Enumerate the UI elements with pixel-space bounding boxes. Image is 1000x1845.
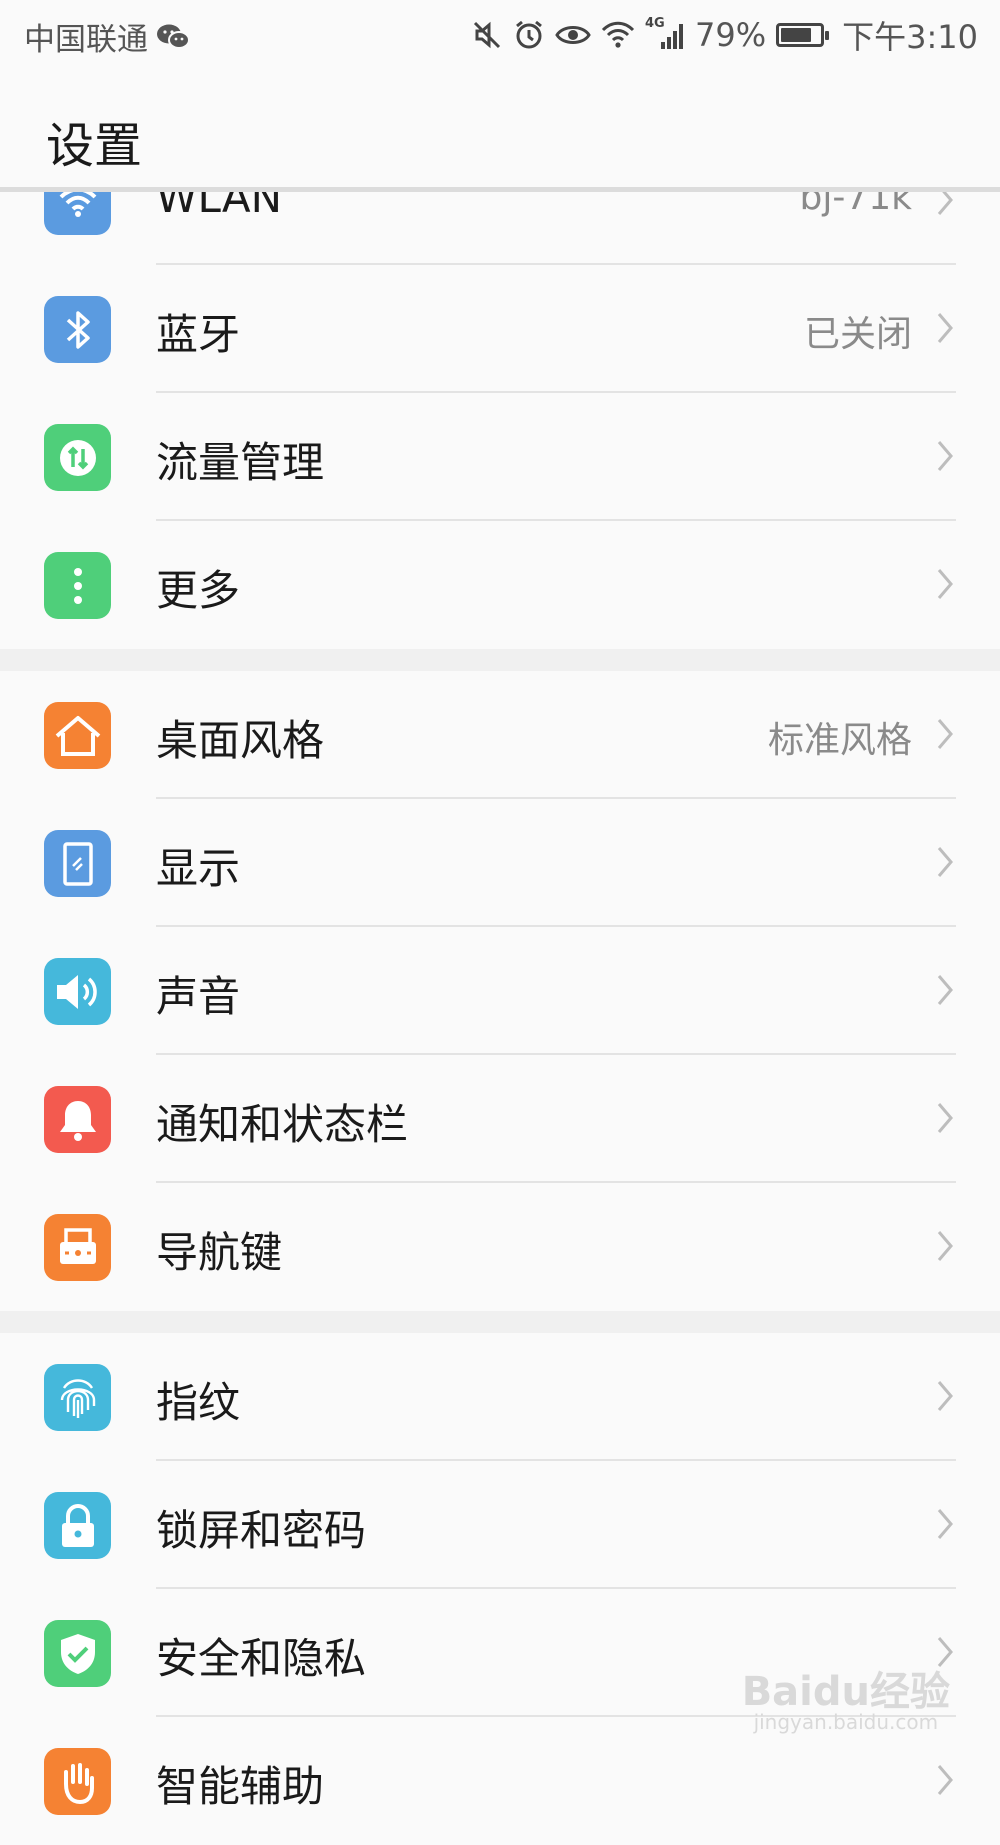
alarm-icon (516, 20, 542, 49)
status-icons: 4G 79% 下午3:10 (471, 12, 978, 58)
settings-row[interactable]: 流量管理 (0, 393, 1000, 521)
app-bar: 设置 (0, 70, 1000, 192)
battery-icon (776, 23, 830, 47)
chevron-right-icon (936, 439, 954, 477)
sound-icon (44, 958, 111, 1025)
settings-row[interactable]: 显示 (0, 799, 1000, 927)
settings-row[interactable]: 智能辅助 (0, 1717, 1000, 1845)
settings-list: WLAN bj-71k 蓝牙 已关闭 流量管理 更多 桌面风格 标准风格 显示 声音 通知和状态栏导… (0, 137, 1000, 1845)
settings-row[interactable]: 通知和状态栏 (0, 1055, 1000, 1183)
settings-group: 桌面风格 标准风格显示声音通知和状态栏 导航键 (0, 671, 1000, 1311)
chevron-right-icon (936, 1635, 954, 1673)
settings-row-label: 智能辅助 (156, 1762, 325, 1811)
watermark: Baidu经验 jingyan.baidu.com (742, 1672, 950, 1732)
watermark-url: jingyan.baidu.com (753, 1710, 939, 1734)
chevron-right-icon (936, 1101, 954, 1139)
settings-row-label: 声音 (156, 972, 241, 1021)
carrier-area: 中国联通 (24, 14, 190, 59)
more-icon (44, 552, 111, 619)
navigation-key-icon (44, 1214, 111, 1281)
settings-row-value: 已关闭 (803, 314, 912, 355)
settings-row-value: 标准风格 (767, 720, 912, 761)
eye-icon (555, 26, 591, 44)
settings-row[interactable]: 锁屏和密码 (0, 1461, 1000, 1589)
settings-row-label: 指纹 (156, 1378, 241, 1427)
watermark-brand: Baidu经验 (741, 1669, 950, 1715)
chevron-right-icon (936, 567, 954, 605)
chevron-right-icon (936, 1229, 954, 1267)
chevron-right-icon (936, 845, 954, 883)
wechat-icon (157, 24, 190, 49)
settings-row-label: 导航键 (156, 1228, 283, 1277)
fingerprint-icon (44, 1364, 111, 1431)
bell-icon (44, 1086, 111, 1153)
page-title: 设置 (46, 118, 143, 174)
lock-icon (44, 1492, 111, 1559)
group-separator (0, 1311, 1000, 1333)
settings-row-label: 安全和隐私 (156, 1634, 367, 1683)
chevron-right-icon (936, 1507, 954, 1545)
group-separator (0, 649, 1000, 671)
settings-group: 指纹锁屏和密码安全和隐私智能辅助 (0, 1333, 1000, 1845)
shield-icon (44, 1620, 111, 1687)
settings-row-label: 桌面风格 (156, 716, 325, 765)
settings-row[interactable]: 蓝牙 已关闭 (0, 265, 1000, 393)
settings-row-label: 通知和状态栏 (156, 1100, 409, 1149)
settings-row-label: 流量管理 (156, 438, 325, 487)
settings-row-label: 显示 (156, 844, 241, 893)
chevron-right-icon (936, 1763, 954, 1801)
settings-row-label: 更多 (156, 566, 241, 615)
settings-row[interactable]: 更多 (0, 521, 1000, 649)
settings-row[interactable]: 导航键 (0, 1183, 1000, 1311)
battery-percent: 79% (695, 16, 767, 54)
wifi-signal-icon (601, 21, 635, 48)
settings-row[interactable]: 桌面风格 标准风格 (0, 671, 1000, 799)
chevron-right-icon (936, 717, 954, 755)
battery-level (781, 28, 812, 42)
bluetooth-icon (44, 296, 111, 363)
home-icon (44, 702, 111, 769)
data-usage-icon (44, 424, 111, 491)
clock: 下午3:10 (842, 18, 978, 56)
settings-row[interactable]: 指纹 (0, 1333, 1000, 1461)
settings-row-label: 蓝牙 (156, 310, 241, 359)
settings-row[interactable]: 声音 (0, 927, 1000, 1055)
cellular-signal-icon: 4G (645, 16, 685, 50)
settings-group: WLAN bj-71k 蓝牙 已关闭 流量管理 更多 (0, 137, 1000, 649)
chevron-right-icon (936, 1379, 954, 1417)
carrier-name: 中国联通 (24, 22, 148, 58)
hand-icon (44, 1748, 111, 1815)
chevron-right-icon (936, 973, 954, 1011)
chevron-right-icon (936, 311, 954, 349)
settings-row-label: 锁屏和密码 (156, 1506, 367, 1555)
status-bar: 中国联通 4G 79% 下午3:10 (0, 0, 1000, 70)
display-icon (44, 830, 111, 897)
mute-icon (473, 21, 501, 49)
